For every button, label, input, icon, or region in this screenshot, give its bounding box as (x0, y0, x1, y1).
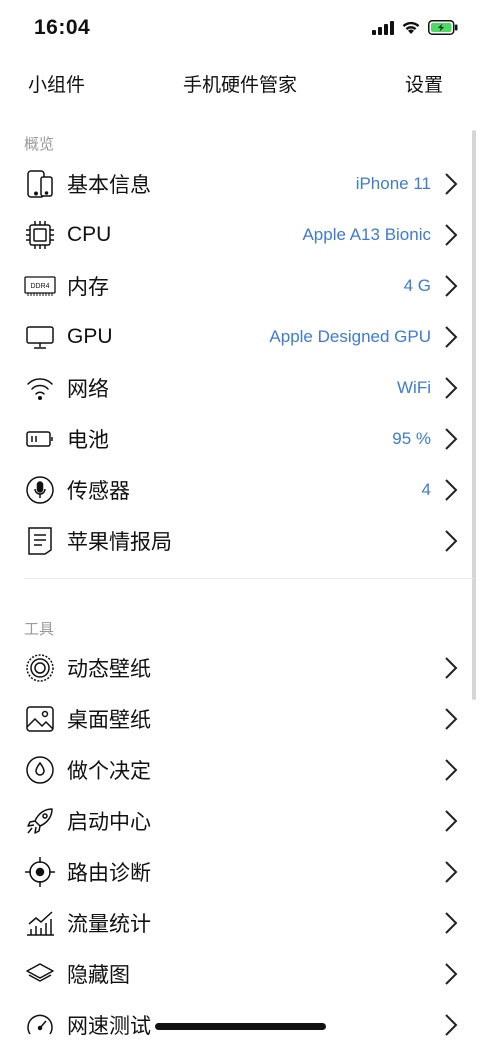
row-traffic-stats[interactable]: 流量统计 (0, 897, 480, 948)
live-wallpaper-icon (24, 652, 56, 684)
cpu-chip-icon (24, 219, 56, 251)
row-sensors[interactable]: 传感器 4 (0, 464, 480, 515)
photo-icon (24, 703, 56, 735)
row-launch-center[interactable]: 启动中心 (0, 795, 480, 846)
row-apple-intel[interactable]: 苹果情报局 (0, 515, 480, 566)
chevron-right-icon (445, 962, 458, 985)
chevron-right-icon (445, 758, 458, 781)
row-basic-info[interactable]: 基本信息 iPhone 11 (0, 158, 480, 209)
row-desktop-wallpaper[interactable]: 桌面壁纸 (0, 693, 480, 744)
row-memory[interactable]: DDR4 内存 4 G (0, 260, 480, 311)
row-value: 4 G (403, 275, 431, 295)
ram-icon-text: DDR4 (30, 283, 49, 290)
row-label: 网速测试 (67, 1014, 151, 1038)
section-header-overview: 概览 (24, 136, 55, 153)
row-label: 路由诊断 (67, 861, 151, 885)
settings-button[interactable]: 设置 (405, 70, 443, 97)
row-label: 隐藏图 (67, 963, 130, 987)
chevron-right-icon (445, 172, 458, 195)
row-label: CPU (67, 222, 112, 246)
chevron-right-icon (445, 325, 458, 348)
row-value: iPhone 11 (355, 173, 431, 193)
row-label: 桌面壁纸 (67, 708, 151, 732)
wifi-icon (24, 372, 56, 404)
row-value: WiFi (397, 377, 431, 397)
battery-status-icon (428, 20, 458, 35)
chevron-right-icon (445, 860, 458, 883)
chevron-right-icon (445, 529, 458, 552)
row-label: 启动中心 (67, 810, 151, 834)
monitor-icon (24, 321, 56, 353)
row-label: 基本信息 (67, 173, 151, 197)
chevron-right-icon (445, 427, 458, 450)
row-make-decision[interactable]: 做个决定 (0, 744, 480, 795)
chevron-right-icon (445, 911, 458, 934)
status-icons (372, 20, 458, 35)
row-value: Apple Designed GPU (269, 326, 431, 346)
crosshair-icon (24, 856, 56, 888)
phone-icon (24, 168, 56, 200)
status-time: 16:04 (34, 16, 91, 39)
row-label: 内存 (67, 275, 109, 299)
wifi-status-icon (402, 21, 420, 34)
row-label: 传感器 (67, 479, 130, 503)
news-icon (24, 525, 56, 557)
row-label: 苹果情报局 (67, 530, 172, 554)
chevron-right-icon (445, 1013, 458, 1036)
row-value: 4 (421, 479, 431, 499)
row-network[interactable]: 网络 WiFi (0, 362, 480, 413)
ram-icon: DDR4 (24, 270, 56, 302)
section-divider (24, 578, 474, 579)
microphone-icon (24, 474, 56, 506)
chevron-right-icon (445, 376, 458, 399)
battery-icon (24, 423, 56, 455)
speedometer-icon (24, 1009, 56, 1041)
row-route-diagnosis[interactable]: 路由诊断 (0, 846, 480, 897)
chevron-right-icon (445, 809, 458, 832)
row-hidden-image[interactable]: 隐藏图 (0, 948, 480, 999)
row-gpu[interactable]: GPU Apple Designed GPU (0, 311, 480, 362)
row-cpu[interactable]: CPU Apple A13 Bionic (0, 209, 480, 260)
row-label: 做个决定 (67, 759, 151, 783)
section-header-tools: 工具 (24, 621, 55, 638)
row-label: 动态壁纸 (67, 657, 151, 681)
chevron-right-icon (445, 478, 458, 501)
chevron-right-icon (445, 707, 458, 730)
layers-icon (24, 958, 56, 990)
row-label: 网络 (67, 377, 109, 401)
chart-icon (24, 907, 56, 939)
chevron-right-icon (445, 274, 458, 297)
row-value: 95 % (392, 428, 431, 448)
row-battery[interactable]: 电池 95 % (0, 413, 480, 464)
decision-icon (24, 754, 56, 786)
status-bar: 16:04 (0, 0, 480, 56)
rocket-icon (24, 805, 56, 837)
cellular-signal-icon (372, 20, 394, 35)
nav-bar: 小组件 手机硬件管家 设置 (0, 62, 480, 102)
row-label: 流量统计 (67, 912, 151, 936)
home-indicator[interactable] (155, 1023, 326, 1030)
row-value: Apple A13 Bionic (302, 224, 431, 244)
chevron-right-icon (445, 223, 458, 246)
row-label: 电池 (67, 428, 109, 452)
row-label: GPU (67, 324, 113, 348)
row-live-wallpaper[interactable]: 动态壁纸 (0, 642, 480, 693)
chevron-right-icon (445, 656, 458, 679)
